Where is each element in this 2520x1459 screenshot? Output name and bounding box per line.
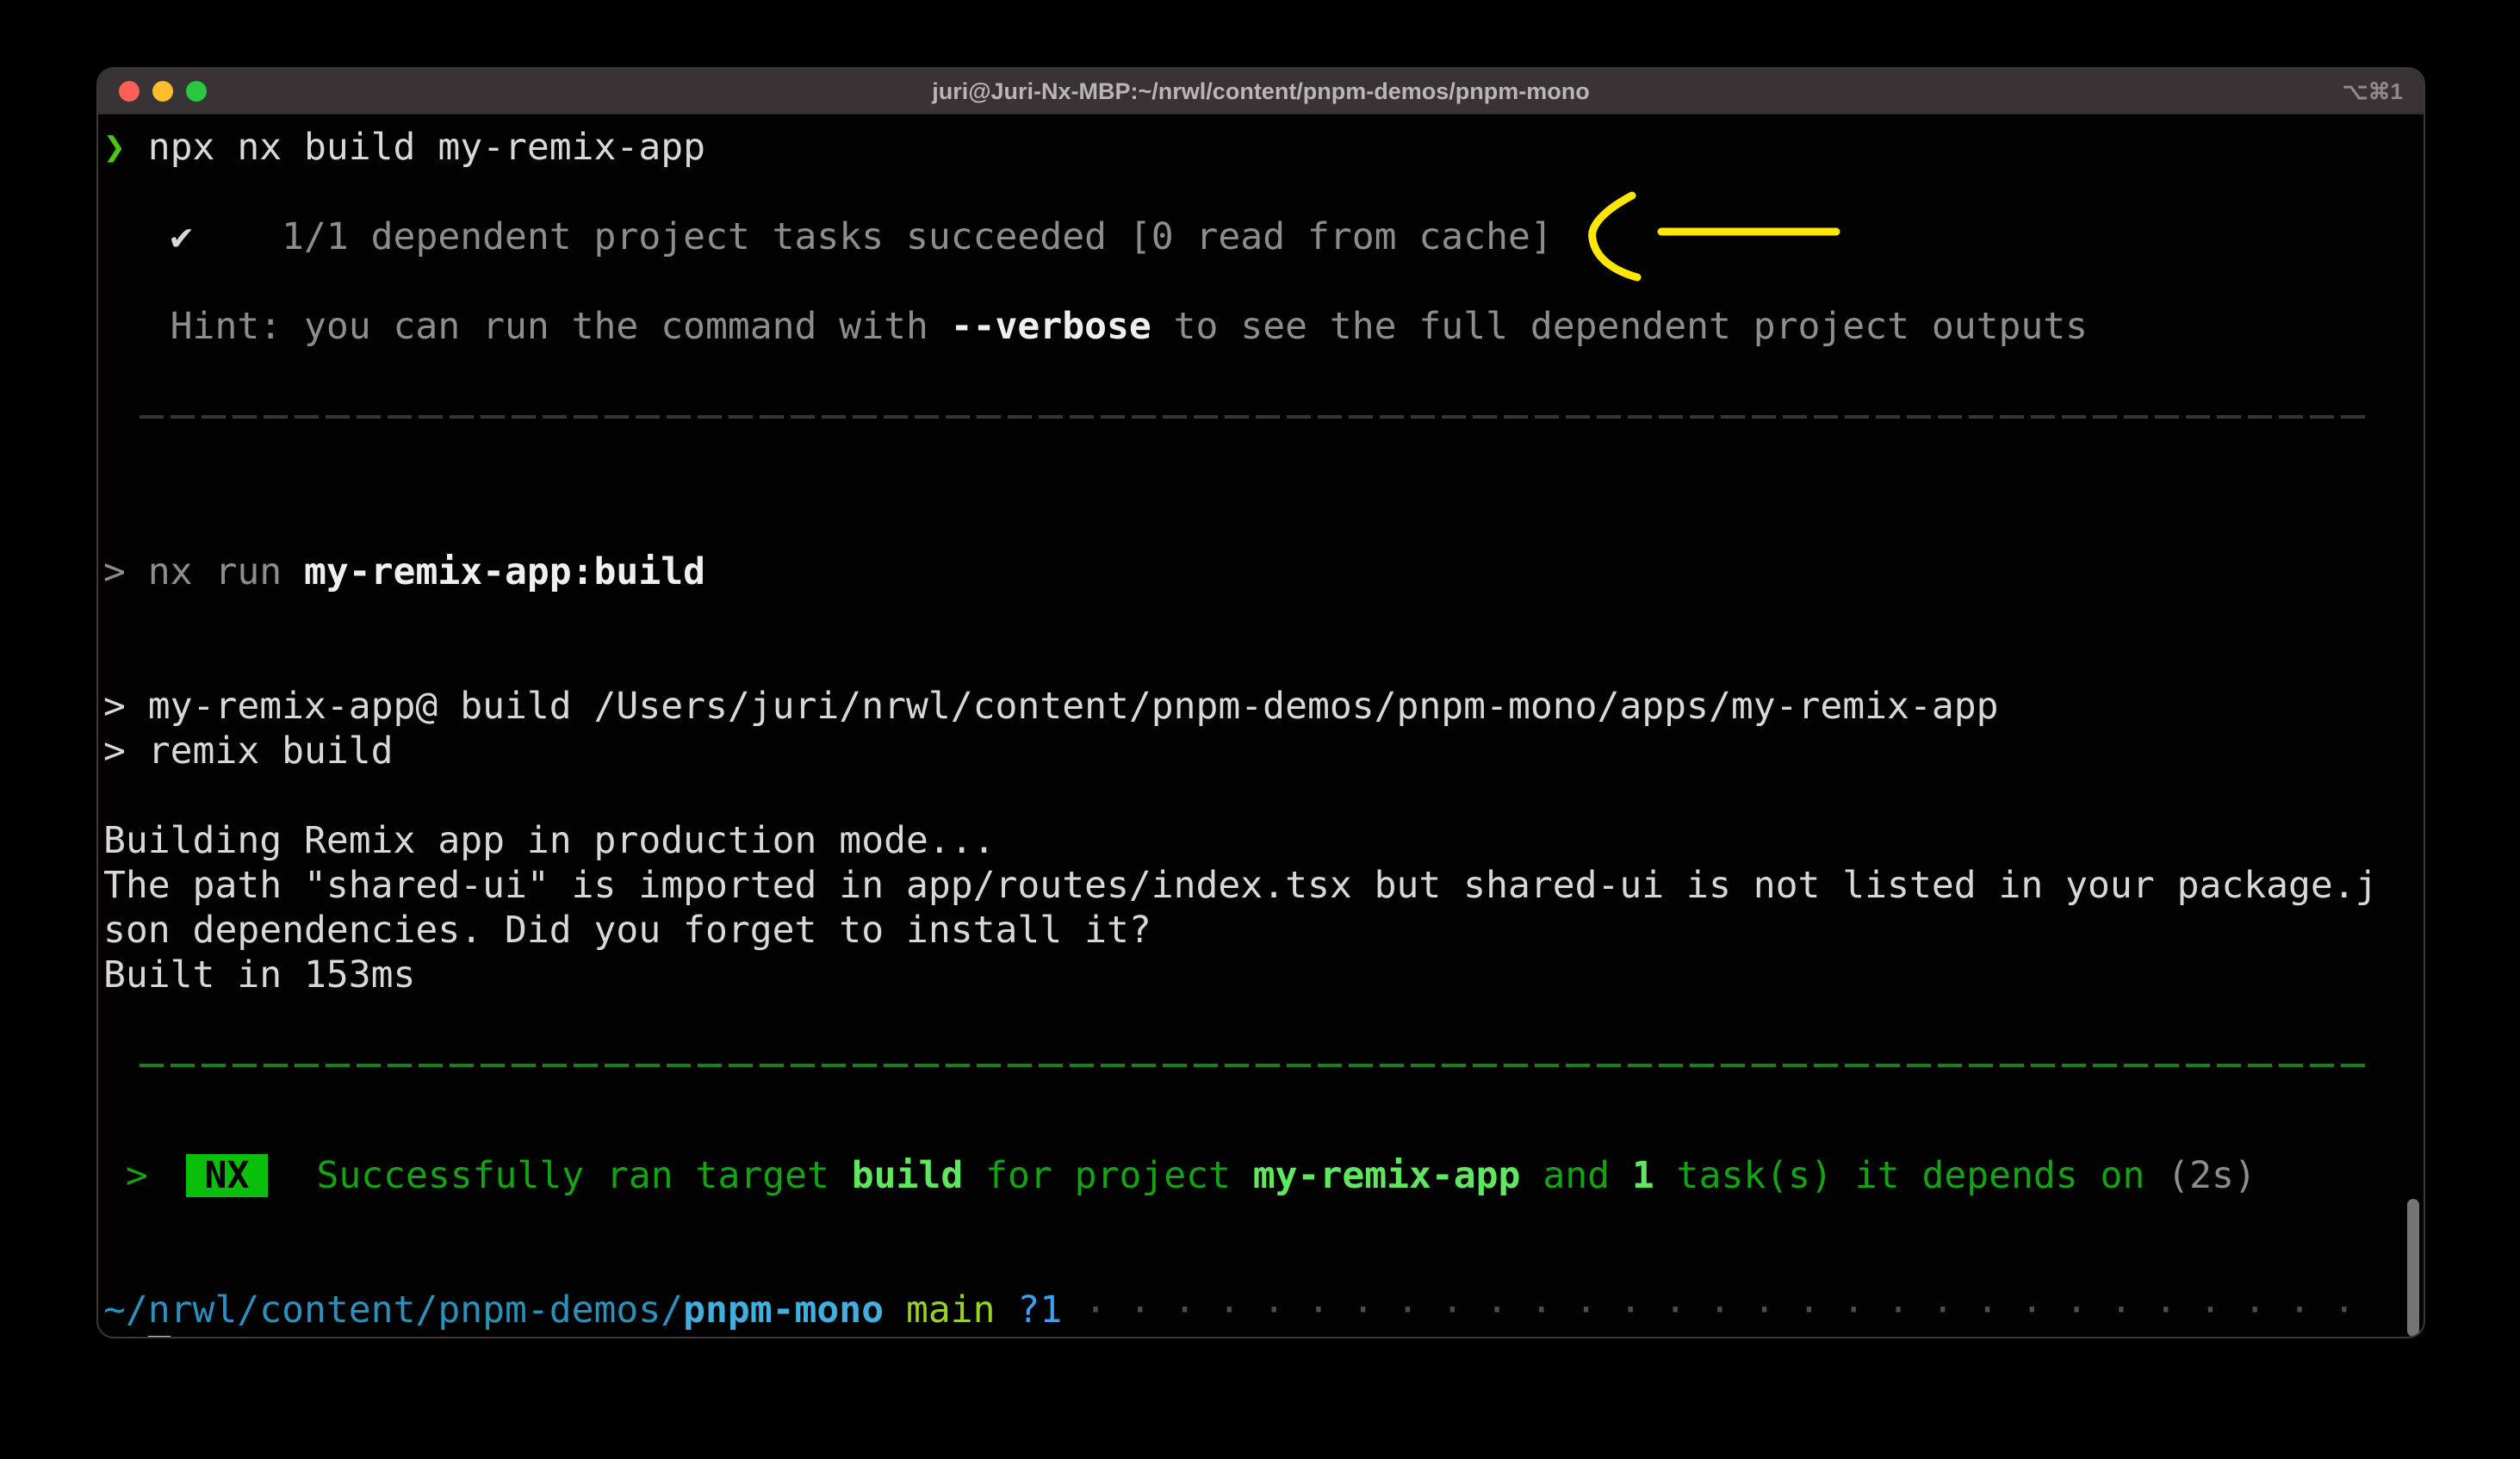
prompt-line[interactable]: ❯ xyxy=(103,1332,2424,1338)
check-icon: ✔ xyxy=(103,215,193,258)
remix-cmd-line: > remix build xyxy=(103,729,2424,773)
hint-suffix: to see the full dependent project output… xyxy=(1151,305,2088,348)
build-output-line: Building Remix app in production mode... xyxy=(103,818,2424,863)
hint-line: Hint: you can run the command with --ver… xyxy=(103,304,2424,349)
tasks-succeeded-line: ✔ 1/1 dependent project tasks succeeded … xyxy=(103,214,2424,259)
zoom-button[interactable] xyxy=(186,81,207,102)
terminal-line-blank xyxy=(103,460,2424,505)
command-text: npx nx build my-remix-app xyxy=(126,126,705,169)
window-shortcut-label: ⌥⌘1 xyxy=(2343,78,2403,105)
result-target: build xyxy=(852,1154,963,1197)
terminal-window: juri@Juri-Nx-MBP:~/nrwl/content/pnpm-dem… xyxy=(96,67,2425,1338)
result-prefix: > xyxy=(103,1154,171,1197)
terminal-screen[interactable]: ❯ npx nx build my-remix-app ✔ 1/1 depend… xyxy=(98,115,2424,1337)
terminal-line-blank xyxy=(103,349,2424,394)
hint-flag: --verbose xyxy=(951,305,1151,348)
nx-run-target: my-remix-app:build xyxy=(304,550,705,593)
terminal-line-blank xyxy=(103,594,2424,639)
status-filler-dots: · · · · · · · · · · · · · · · · · · · · … xyxy=(1062,1288,2356,1332)
result-project: my-remix-app xyxy=(1253,1154,1521,1197)
build-output-line: Built in 153ms xyxy=(103,953,2424,997)
result-line: > NXSuccessfully ran target build for pr… xyxy=(103,1153,2424,1198)
pkg-script-line: > my-remix-app@ build /Users/juri/nrwl/c… xyxy=(103,684,2424,729)
status-line: ~/nrwl/content/pnpm-demos/pnpm-mono main… xyxy=(103,1288,2424,1332)
result-duration: (2s) xyxy=(2167,1154,2256,1197)
tasks-summary-text: 1/1 dependent project tasks succeeded [0… xyxy=(193,215,1553,258)
result-task-count: 1 xyxy=(1632,1154,1654,1197)
nx-run-line: > nx run my-remix-app:build xyxy=(103,549,2424,594)
prompt-chevron-icon: ❯ xyxy=(103,126,126,169)
build-output-line: The path "shared-ui" is imported in app/… xyxy=(103,863,2424,908)
green-separator-row xyxy=(103,1064,2424,1108)
terminal-line-blank xyxy=(103,1108,2424,1153)
text-cursor xyxy=(148,1336,171,1338)
terminal-line-blank xyxy=(103,259,2424,304)
minimize-button[interactable] xyxy=(152,81,173,102)
status-path: ~/nrwl/content/pnpm-demos/ xyxy=(103,1288,683,1332)
close-button[interactable] xyxy=(119,81,140,102)
window-title: juri@Juri-Nx-MBP:~/nrwl/content/pnpm-dem… xyxy=(98,78,2424,105)
hint-prefix: Hint: you can run the command with xyxy=(103,305,951,348)
terminal-line-blank xyxy=(103,170,2424,214)
separator-row xyxy=(103,415,2424,460)
git-status-label: ?1 xyxy=(996,1288,1063,1332)
traffic-lights xyxy=(119,81,207,102)
terminal-line-blank xyxy=(103,1198,2424,1243)
yellow-arrow-annotation xyxy=(1582,189,1840,285)
command-line: ❯ npx nx build my-remix-app xyxy=(103,125,2424,170)
prompt-chevron-icon: ❯ xyxy=(103,1333,126,1338)
git-branch-label: main xyxy=(884,1288,995,1332)
titlebar[interactable]: juri@Juri-Nx-MBP:~/nrwl/content/pnpm-dem… xyxy=(98,69,2424,115)
terminal-line-blank xyxy=(103,773,2424,818)
nx-badge: NX xyxy=(186,1154,269,1197)
scrollbar-thumb[interactable] xyxy=(2407,1199,2419,1337)
build-output-line: son dependencies. Did you forget to inst… xyxy=(103,908,2424,953)
terminal-line-blank xyxy=(103,505,2424,549)
terminal-line-blank xyxy=(103,1243,2424,1288)
terminal-line-blank xyxy=(103,997,2424,1042)
status-path-current: pnpm-mono xyxy=(683,1288,884,1332)
terminal-line-blank xyxy=(103,639,2424,684)
green-separator-line xyxy=(140,1064,2370,1067)
separator-line xyxy=(140,415,2370,419)
nx-run-prefix: > nx run xyxy=(103,550,304,593)
